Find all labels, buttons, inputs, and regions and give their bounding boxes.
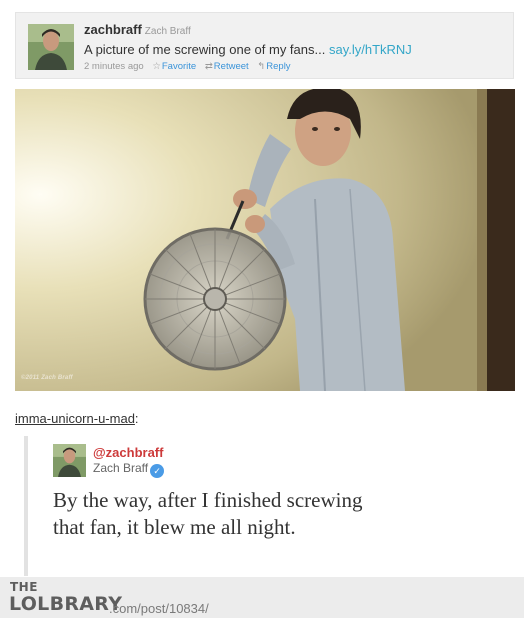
quoted-display-name: Zach Braff xyxy=(93,461,149,475)
retweet-label: Retweet xyxy=(213,61,249,72)
favorite-label: Favorite xyxy=(161,61,197,72)
quoted-tweet-text: By the way, after I finished screwing th… xyxy=(53,488,363,539)
retweet-button[interactable]: ⇄Retweet xyxy=(205,61,249,72)
quoted-handle[interactable]: @zachbraff xyxy=(93,445,163,460)
tweet-text: A picture of me screwing one of my fans.… xyxy=(84,41,505,58)
retweet-icon: ⇄ xyxy=(204,61,213,72)
favorite-button[interactable]: ☆Favorite xyxy=(152,61,196,72)
tweet-body: zachbraff Zach Braff A picture of me scre… xyxy=(84,22,505,72)
reblogger-line: imma-unicorn-u-mad: xyxy=(15,411,139,426)
tweet-header: zachbraff Zach Braff xyxy=(84,22,505,39)
tweet-display-name: Zach Braff xyxy=(144,26,191,37)
blockquote-bar xyxy=(24,436,28,576)
tweet-actions: 2 minutes ago ☆Favorite ⇄Retweet ↰Reply xyxy=(84,61,505,72)
tweet-photo: ©2011 Zach Braff xyxy=(15,89,515,391)
photo-copyright: ©2011 Zach Braff xyxy=(21,375,73,381)
tweet-card: zachbraff Zach Braff A picture of me scre… xyxy=(15,12,514,79)
star-icon: ☆ xyxy=(152,61,161,72)
reply-button[interactable]: ↰Reply xyxy=(257,61,290,72)
tweet-text-body: A picture of me screwing one of my fans.… xyxy=(84,42,326,57)
photo-man-with-fan xyxy=(15,89,515,391)
avatar[interactable] xyxy=(28,24,74,70)
tweet-handle[interactable]: zachbraff xyxy=(84,22,142,37)
logo-the: THE xyxy=(10,580,38,594)
tweet-link[interactable]: say.ly/hTkRNJ xyxy=(329,42,412,57)
verified-check-icon: ✓ xyxy=(150,464,165,478)
tweet-timestamp[interactable]: 2 minutes ago xyxy=(84,61,144,72)
logo-lolbrary: LOLBRARY xyxy=(9,593,123,615)
quoted-name-row: Zach Braff ✓ xyxy=(93,461,165,478)
reblogger-link[interactable]: imma-unicorn-u-mad xyxy=(15,411,135,426)
lolbrary-footer: THE LOLBRARY .com/post/10834/ xyxy=(0,577,524,618)
footer-url: .com/post/10834/ xyxy=(109,601,209,616)
reblogger-colon: : xyxy=(134,411,139,426)
reply-label: Reply xyxy=(266,61,291,72)
quoted-avatar[interactable] xyxy=(53,444,86,477)
reply-arrow-icon: ↰ xyxy=(257,61,266,72)
